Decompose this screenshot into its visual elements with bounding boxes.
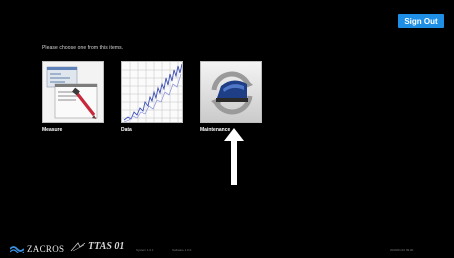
software-version: Software 1.0.0 bbox=[172, 248, 192, 252]
data-graph-icon bbox=[121, 61, 183, 123]
ttas-mark-icon bbox=[70, 241, 86, 251]
zacros-wave-icon bbox=[10, 246, 24, 253]
measure-icon bbox=[42, 61, 104, 123]
pointer-arrow-icon bbox=[224, 128, 244, 185]
system-version: System 1.0.1 bbox=[136, 248, 154, 252]
logo-text: ZACROS bbox=[27, 244, 65, 254]
tile-measure-label: Measure bbox=[42, 127, 63, 133]
maintenance-icon bbox=[200, 61, 262, 123]
footer: ZACROS TTAS 01 System 1.0.1 Software 1.0… bbox=[0, 238, 454, 258]
ttas-text: TTAS 01 bbox=[88, 241, 125, 252]
tile-data-label: Data bbox=[121, 127, 132, 133]
zacros-logo: ZACROS bbox=[10, 244, 64, 254]
tile-maintenance[interactable]: Maintenance bbox=[200, 61, 262, 133]
timestamp: 2020/01/10 09:00 bbox=[390, 248, 414, 252]
tile-measure[interactable]: Measure bbox=[42, 61, 104, 133]
prompt-text: Please choose one from this items. bbox=[42, 45, 124, 51]
tile-data[interactable]: Data bbox=[121, 61, 183, 133]
sign-out-button[interactable]: Sign Out bbox=[398, 14, 444, 28]
ttas-logo: TTAS 01 bbox=[70, 241, 124, 252]
